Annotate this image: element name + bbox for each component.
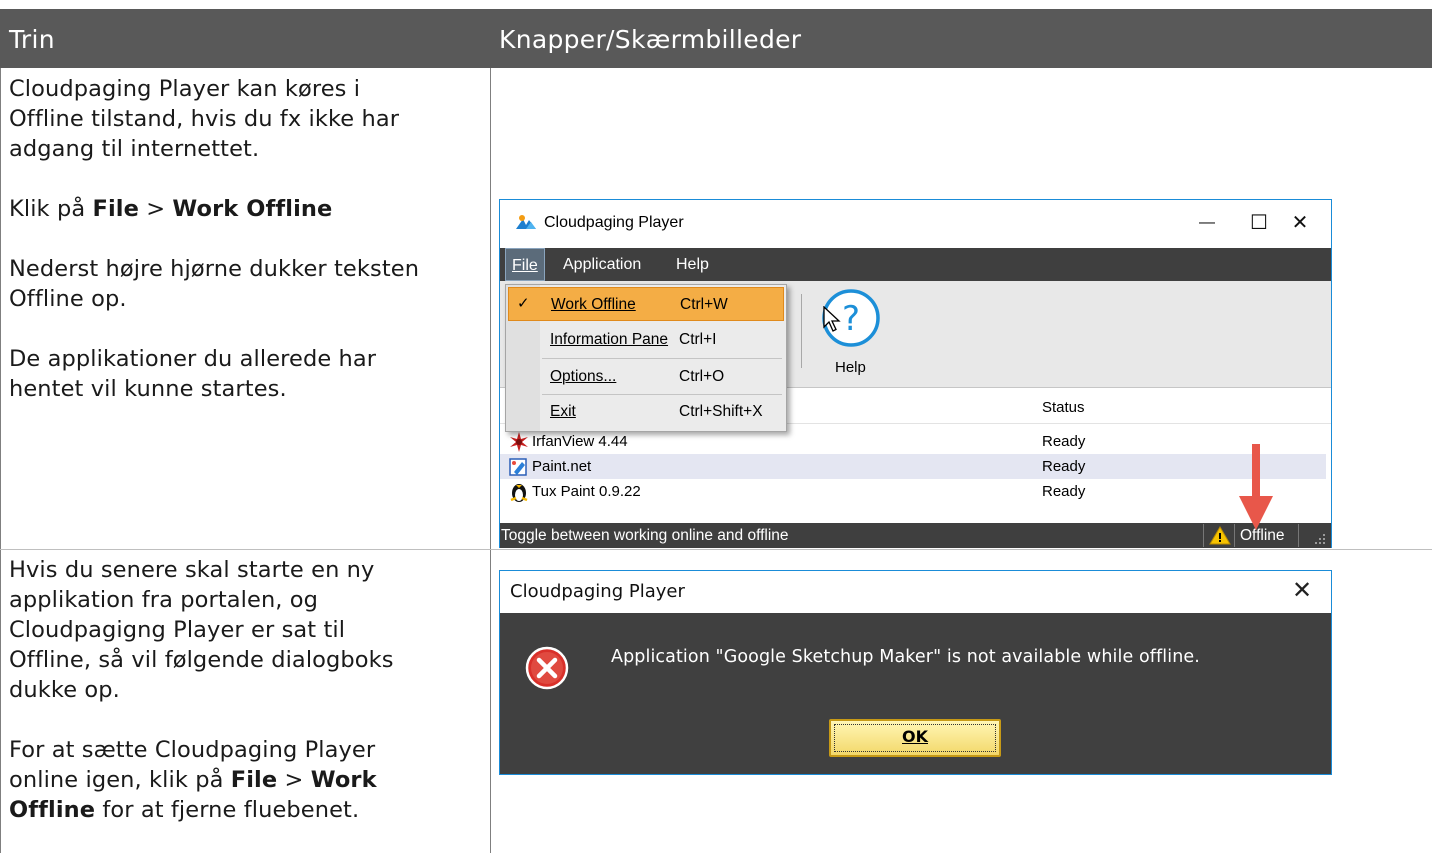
tuxpaint-icon (510, 484, 528, 502)
list-item[interactable]: Paint.net Ready (500, 454, 1326, 479)
text-line: Offline tilstand, hvis du fx ikke har (9, 106, 400, 132)
text-line: De applikationer du allerede har (9, 346, 377, 372)
menu-item-options[interactable]: Options... Ctrl+O (508, 360, 784, 394)
menu-item-shortcut: Ctrl+Shift+X (679, 403, 763, 420)
ok-button[interactable]: OK (829, 719, 1001, 757)
left-border (0, 68, 1, 853)
row-divider (0, 549, 1432, 550)
text-line: Offline op. (9, 286, 127, 312)
menu-item-label: Exit (550, 403, 576, 420)
close-button[interactable]: ✕ (1280, 208, 1320, 238)
menu-item-exit[interactable]: Exit Ctrl+Shift+X (508, 395, 784, 429)
menu-separator (542, 358, 782, 359)
resize-grip-icon[interactable] (1298, 524, 1330, 547)
warning-icon (1203, 524, 1235, 547)
bold-file: File (92, 196, 139, 222)
row2-text: Hvis du senere skal starte en ny applika… (9, 555, 485, 825)
bold-work-offline: Work Offline (172, 196, 333, 222)
menu-help[interactable]: Help (670, 248, 715, 281)
text-span: > (138, 196, 173, 222)
header-buttons-screens: Knapper/Skærmbilleder (499, 25, 802, 54)
check-icon: ✓ (517, 295, 530, 312)
dialog-message: Application "Google Sketchup Maker" is n… (611, 647, 1200, 667)
text-span: for at fjerne fluebenet. (95, 797, 360, 823)
text-span: Klik på (9, 196, 93, 222)
bold-file: File (230, 767, 278, 793)
text-line: For at sætte Cloudpaging Player (9, 737, 376, 763)
text-line: Hvis du senere skal starte en ny (9, 557, 375, 583)
red-arrow-icon (1239, 444, 1273, 530)
menu-item-shortcut: Ctrl+O (679, 368, 725, 385)
column-divider (490, 68, 491, 853)
help-icon-glyph: ? (842, 299, 860, 339)
ok-button-label: OK (902, 727, 928, 746)
error-icon (525, 646, 569, 690)
bold-work: Work (310, 767, 377, 793)
list-item[interactable]: IrfanView 4.44 Ready (500, 429, 1326, 454)
irfanview-icon (510, 432, 528, 452)
text-span: > (277, 767, 311, 793)
list-item[interactable]: Tux Paint 0.9.22 Ready (500, 479, 1326, 504)
dialog-title: Cloudpaging Player (510, 581, 685, 602)
menu-application[interactable]: Application (557, 248, 647, 281)
status-message: Toggle between working online and offlin… (501, 527, 789, 544)
menu-item-work-offline[interactable]: ✓ Work Offline Ctrl+W (508, 287, 784, 321)
cloudpaging-logo-icon (516, 215, 536, 229)
app-name: Tux Paint 0.9.22 (532, 483, 641, 500)
app-status: Ready (1042, 483, 1086, 500)
menu-item-information-pane[interactable]: Information Pane Ctrl+I (508, 323, 784, 357)
text-line: dukke op. (9, 677, 120, 703)
offline-error-dialog: Cloudpaging Player ✕ Application "Google… (499, 570, 1332, 775)
file-dropdown-menu: ✓ Work Offline Ctrl+W Information Pane C… (505, 284, 787, 432)
menu-item-shortcut: Ctrl+W (680, 296, 728, 313)
status-bar: Toggle between working online and offlin… (500, 523, 1331, 548)
text-line: applikation fra portalen, og (9, 587, 319, 613)
menu-file[interactable]: File (505, 248, 545, 281)
menu-item-label: Options... (550, 368, 617, 385)
text-line: Offline, så vil følgende dialogboks (9, 647, 394, 673)
app-status: Ready (1042, 458, 1086, 475)
column-status[interactable]: Status (1042, 399, 1085, 416)
paintnet-icon (509, 458, 527, 476)
app-name: Paint.net (532, 458, 592, 475)
toolbar-separator (801, 294, 802, 368)
text-line: hentet vil kunne startes. (9, 376, 287, 402)
dialog-titlebar: Cloudpaging Player ✕ (500, 571, 1331, 613)
text-line: Cloudpagigng Player er sat til (9, 617, 346, 643)
menu-file-label: File (512, 257, 538, 274)
bold-offline: Offline (9, 797, 96, 823)
window-titlebar: Cloudpaging Player — ☐ ✕ (500, 200, 1331, 248)
window-title: Cloudpaging Player (544, 214, 684, 231)
row1-text: Cloudpaging Player kan køres i Offline t… (9, 74, 485, 404)
instruction-click-path: Klik på File > Work Offline (9, 194, 485, 224)
text-line: online igen, klik på File > Work (9, 765, 485, 795)
dialog-close-button[interactable]: ✕ (1292, 576, 1312, 604)
text-span: online igen, klik på (9, 767, 231, 793)
text-line: Offline for at fjerne fluebenet. (9, 795, 485, 825)
maximize-button[interactable]: ☐ (1239, 208, 1279, 238)
minimize-button[interactable]: — (1187, 208, 1227, 238)
text-line: adgang til internettet. (9, 136, 260, 162)
text-line: Nederst højre hjørne dukker teksten (9, 256, 420, 282)
text-line: Cloudpaging Player kan køres i (9, 76, 361, 102)
table-header: Trin Knapper/Skærmbilleder (0, 9, 1432, 68)
app-status: Ready (1042, 433, 1086, 450)
menu-item-label: Work Offline (551, 296, 636, 313)
header-step: Trin (9, 25, 55, 54)
menu-item-shortcut: Ctrl+I (679, 331, 717, 348)
app-name: IrfanView 4.44 (532, 433, 628, 450)
mouse-cursor-icon (823, 306, 841, 332)
help-button-label[interactable]: Help (835, 359, 866, 376)
menu-item-label: Information Pane (550, 331, 669, 348)
menu-bar: File Application Help (500, 248, 1331, 281)
